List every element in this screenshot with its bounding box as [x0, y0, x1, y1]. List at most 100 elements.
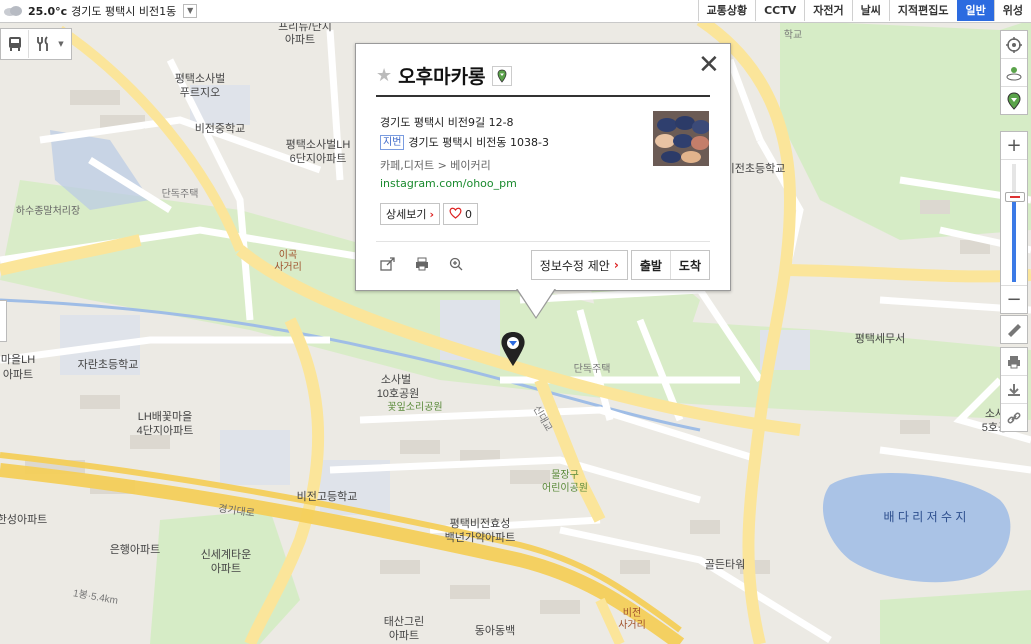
map-label: 배 다 리 저 수 지 — [884, 510, 967, 524]
jibun-label: 지번 — [380, 134, 405, 150]
cloud-icon — [2, 5, 24, 17]
pin-layer-icon[interactable] — [1001, 87, 1027, 114]
map-label: 백년가약아파트 — [445, 530, 516, 544]
zoom-handle[interactable] — [1005, 192, 1025, 202]
chevron-right-icon: › — [429, 207, 435, 221]
map-label: 비전 — [623, 607, 641, 619]
edit-suggest-button[interactable]: 정보수정 제안 › — [530, 250, 628, 280]
map-label: 아파트 — [285, 33, 315, 46]
popup-tools — [380, 256, 464, 272]
tab-cctv[interactable]: CCTV — [755, 0, 805, 21]
map-label: 평택비전효성 — [450, 517, 511, 530]
tab-bicycle[interactable]: 자전거 — [804, 0, 852, 21]
tab-satellite[interactable]: 위성 — [993, 0, 1031, 21]
detail-button[interactable]: 상세보기 › — [380, 203, 441, 225]
detail-button-row: 상세보기 › 0 — [380, 203, 479, 225]
map-label: LH배꽃마을 — [138, 410, 193, 423]
bus-icon[interactable] — [1, 30, 28, 58]
map-label: 골든타워 — [705, 558, 745, 571]
map-label: 단독주택 — [162, 188, 199, 200]
side-panel-toggle[interactable] — [0, 300, 7, 342]
like-button[interactable]: 0 — [443, 203, 479, 225]
weather-widget[interactable]: 25.0°c 경기도 평택시 비전1동 ▼ — [2, 3, 198, 19]
map-label: 아파트 — [3, 368, 33, 381]
current-location: 경기도 평택시 비전1동 — [71, 5, 177, 18]
tab-normal[interactable]: 일반 — [956, 0, 994, 21]
location-dropdown-button[interactable]: ▼ — [183, 4, 198, 18]
place-info-popup: ★ 오후마카롱 ✕ 경기도 평택시 비전9길 12-8 지번 경기도 평택시 비… — [355, 43, 731, 319]
map-label: 마을LH — [1, 353, 35, 366]
utility-controls — [1000, 347, 1028, 432]
tab-traffic[interactable]: 교통상황 — [697, 0, 756, 21]
heart-icon — [449, 207, 462, 222]
share-icon[interactable] — [380, 256, 396, 272]
popup-pointer — [516, 288, 556, 319]
place-category: 카페,디저트 > 베이커리 — [380, 159, 491, 172]
map-label: 자란초등학교 — [78, 358, 139, 371]
edit-suggest-label: 정보수정 제안 — [539, 258, 610, 273]
top-bar: 25.0°c 경기도 평택시 비전1동 ▼ 교통상황 CCTV 자전거 날씨 지… — [0, 0, 1031, 23]
map-label: 신세계타운 — [201, 548, 252, 561]
street-view-icon[interactable] — [1001, 59, 1027, 87]
ruler-icon[interactable] — [1001, 316, 1027, 343]
category-more-dropdown[interactable]: ▼ — [56, 40, 66, 48]
detail-button-label: 상세보기 — [386, 208, 427, 221]
favorite-star-icon[interactable]: ★ — [376, 65, 392, 86]
map-label: 4단지아파트 — [137, 424, 194, 437]
download-icon[interactable] — [1001, 376, 1027, 404]
map-label: 이곡 — [279, 249, 297, 261]
chevron-right-icon: › — [613, 258, 619, 272]
map-label: 태산그린 — [384, 615, 424, 628]
place-name[interactable]: 오후마카롱 — [398, 62, 485, 89]
popup-divider — [376, 241, 710, 242]
title-divider — [376, 95, 710, 97]
map-label: 동아동백 — [475, 624, 515, 637]
map-label: 비전고등학교 — [297, 490, 358, 503]
place-title: ★ 오후마카롱 — [376, 62, 512, 89]
website-link[interactable]: instagram.com/ohoo_pm — [380, 177, 517, 190]
map-controls — [1000, 30, 1028, 115]
temperature: 25.0°c — [28, 4, 68, 18]
map-label: 아파트 — [389, 629, 419, 642]
place-pin-icon — [491, 65, 512, 86]
print-icon[interactable] — [1001, 348, 1027, 376]
map-label: 단독주택 — [574, 363, 611, 375]
road-address: 경기도 평택시 비전9길 12-8 — [380, 116, 514, 129]
arrive-button[interactable]: 도착 — [669, 251, 709, 279]
map-label: 사거리 — [274, 261, 302, 273]
print-icon[interactable] — [414, 256, 430, 272]
jibun-address-row: 지번 경기도 평택시 비전동 1038-3 — [380, 134, 549, 150]
restaurant-icon[interactable] — [28, 30, 56, 58]
route-actions: 정보수정 제안 › 출발 도착 — [530, 250, 710, 280]
map-label: 비전초등학교 — [725, 162, 786, 175]
zoom-slider[interactable] — [1001, 160, 1027, 286]
close-icon[interactable]: ✕ — [698, 52, 720, 78]
map-label: 아파트 — [211, 562, 241, 575]
tab-weather[interactable]: 날씨 — [851, 0, 889, 21]
current-location-icon[interactable] — [1001, 31, 1027, 59]
map-label: 물장구 — [551, 469, 579, 481]
map-label: 학교 — [784, 29, 802, 41]
place-photo[interactable] — [653, 111, 709, 166]
map-label: 평택세무서 — [855, 332, 906, 345]
depart-button[interactable]: 출발 — [631, 251, 670, 279]
map-label: 사거리 — [618, 619, 646, 631]
map-label: 어린이공원 — [542, 482, 588, 494]
jibun-address: 경기도 평택시 비전동 1038-3 — [408, 136, 549, 149]
category-toolbar: ▼ — [0, 28, 72, 60]
zoom-out-button[interactable]: − — [1001, 286, 1027, 313]
map-label: 평택소사벌LH — [286, 138, 351, 151]
map-label: 꽃잎소리공원 — [387, 401, 442, 413]
map-label: 한성아파트 — [0, 513, 47, 526]
map-label: 비전중학교 — [195, 122, 246, 135]
map-label: 10호공원 — [377, 387, 420, 400]
link-icon[interactable] — [1001, 404, 1027, 431]
map-label: 평택소사벌 — [175, 72, 226, 85]
map-label: 6단지아파트 — [290, 152, 347, 165]
map-label: 푸르지오 — [180, 86, 220, 99]
map-type-tabs: 교통상황 CCTV 자전거 날씨 지적편집도 일반 위성 — [697, 0, 1031, 22]
tab-cadastral[interactable]: 지적편집도 — [888, 0, 957, 21]
zoom-controls: + − — [1000, 131, 1028, 314]
zoom-to-place-icon[interactable] — [448, 256, 464, 272]
zoom-in-button[interactable]: + — [1001, 132, 1027, 160]
